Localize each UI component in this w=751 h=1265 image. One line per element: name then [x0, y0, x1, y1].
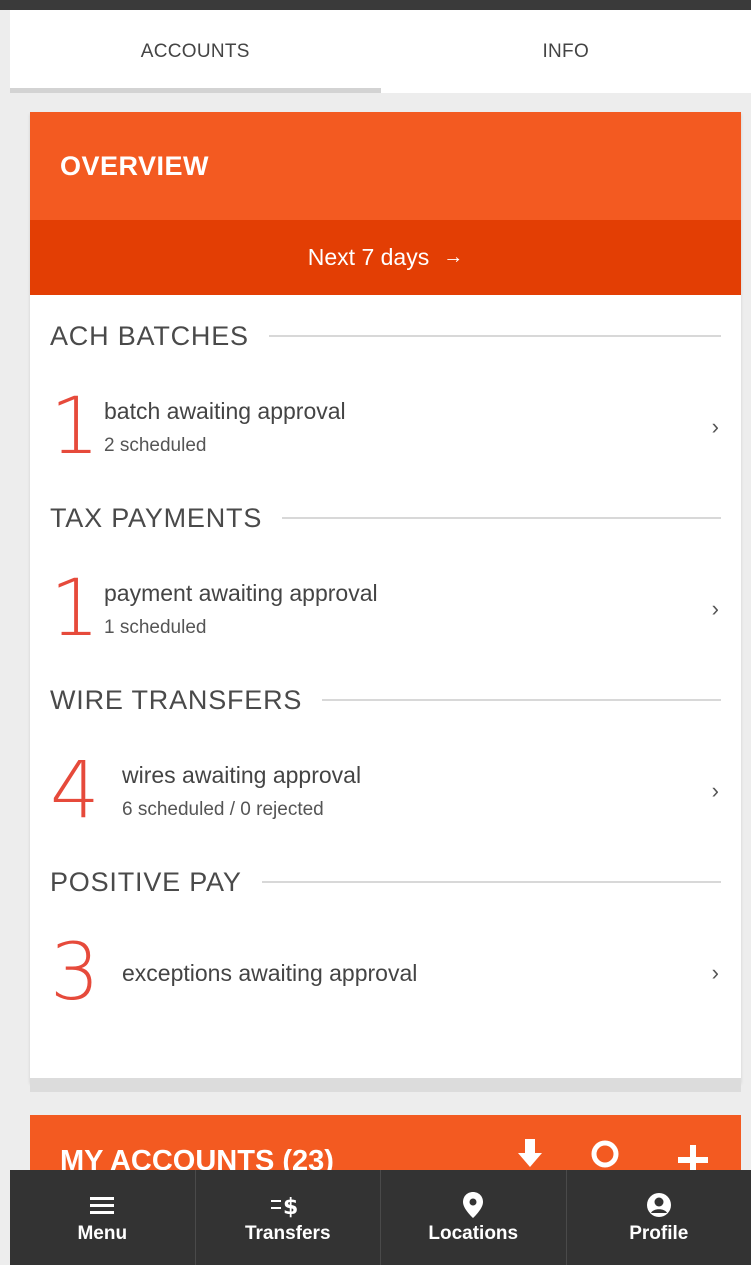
chevron-right-icon: ›	[711, 414, 719, 439]
row-main-text: wires awaiting approval	[122, 761, 362, 788]
date-range-button[interactable]: Next 7 days →	[30, 220, 741, 295]
card-shadow	[30, 1078, 741, 1092]
row-text: exceptions awaiting approval	[122, 960, 417, 987]
nav-menu[interactable]: Menu	[10, 1170, 196, 1265]
row-text: batch awaiting approval 2 scheduled	[104, 398, 346, 457]
chevron-right-icon: ›	[711, 960, 719, 985]
location-pin-icon	[463, 1191, 484, 1219]
section-header: POSITIVE PAY	[30, 841, 741, 923]
section-title: ACH BATCHES	[50, 320, 249, 351]
divider	[268, 335, 721, 337]
section-tax-payments: TAX PAYMENTS 1 payment awaiting approval…	[30, 477, 741, 659]
tab-info[interactable]: INFO	[381, 10, 751, 93]
row-main-text: payment awaiting approval	[104, 579, 378, 606]
row-text: wires awaiting approval 6 scheduled / 0 …	[122, 762, 361, 821]
svg-text:$: $	[283, 1195, 298, 1218]
tab-accounts[interactable]: ACCOUNTS	[10, 10, 381, 93]
top-status-strip	[0, 0, 751, 10]
chevron-right-icon: ›	[711, 596, 719, 621]
section-positive-pay: POSITIVE PAY 3 exceptions awaiting appro…	[30, 841, 741, 1023]
overview-card: OVERVIEW Next 7 days → ACH BATCHES 1 bat…	[30, 112, 741, 1082]
nav-profile[interactable]: Profile	[567, 1170, 751, 1265]
section-wire-transfers: WIRE TRANSFERS 4 wires awaiting approval…	[30, 659, 741, 841]
row-sub-text: 2 scheduled	[104, 434, 207, 456]
section-title: WIRE TRANSFERS	[50, 684, 303, 715]
nav-label: Profile	[629, 1222, 689, 1244]
tax-payments-row[interactable]: 1 payment awaiting approval 1 scheduled …	[30, 559, 741, 659]
section-title: TAX PAYMENTS	[50, 502, 263, 533]
row-sub-text: 6 scheduled / 0 rejected	[122, 798, 324, 820]
profile-icon	[646, 1191, 672, 1219]
row-sub-text: 1 scheduled	[104, 616, 207, 638]
wire-transfers-row[interactable]: 4 wires awaiting approval 6 scheduled / …	[30, 741, 741, 841]
overview-header: OVERVIEW	[30, 112, 741, 220]
section-title: POSITIVE PAY	[50, 866, 242, 897]
tab-bar: ACCOUNTS INFO	[10, 10, 751, 93]
section-header: TAX PAYMENTS	[30, 477, 741, 559]
arrow-right-icon: →	[443, 246, 464, 268]
divider	[261, 881, 721, 883]
nav-label: Menu	[77, 1222, 128, 1244]
divider	[322, 699, 721, 701]
ach-batches-row[interactable]: 1 batch awaiting approval 2 scheduled ›	[30, 377, 741, 477]
row-main-text: batch awaiting approval	[104, 397, 346, 424]
count-number: 4	[50, 746, 100, 836]
nav-label: Locations	[428, 1222, 519, 1244]
nav-transfers[interactable]: $ Transfers	[196, 1170, 381, 1265]
date-range-label: Next 7 days	[307, 244, 430, 270]
section-header: WIRE TRANSFERS	[30, 659, 741, 741]
count-number: 1	[50, 382, 100, 472]
row-text: payment awaiting approval 1 scheduled	[104, 580, 378, 639]
overview-title: OVERVIEW	[60, 150, 210, 181]
menu-icon	[90, 1191, 115, 1219]
my-accounts-card: MY ACCOUNTS (23)	[30, 1115, 741, 1175]
nav-label: Transfers	[244, 1222, 331, 1244]
divider	[282, 517, 721, 519]
chevron-right-icon: ›	[711, 778, 719, 803]
nav-locations[interactable]: Locations	[381, 1170, 567, 1265]
section-header: ACH BATCHES	[30, 295, 741, 377]
positive-pay-row[interactable]: 3 exceptions awaiting approval ›	[30, 923, 741, 1023]
row-main-text: exceptions awaiting approval	[122, 959, 418, 986]
transfers-icon: $	[270, 1191, 305, 1219]
count-number: 1	[50, 564, 100, 654]
count-number: 3	[50, 928, 100, 1018]
bottom-nav: Menu $ Transfers Locations Profile	[10, 1170, 751, 1265]
section-ach-batches: ACH BATCHES 1 batch awaiting approval 2 …	[30, 295, 741, 477]
